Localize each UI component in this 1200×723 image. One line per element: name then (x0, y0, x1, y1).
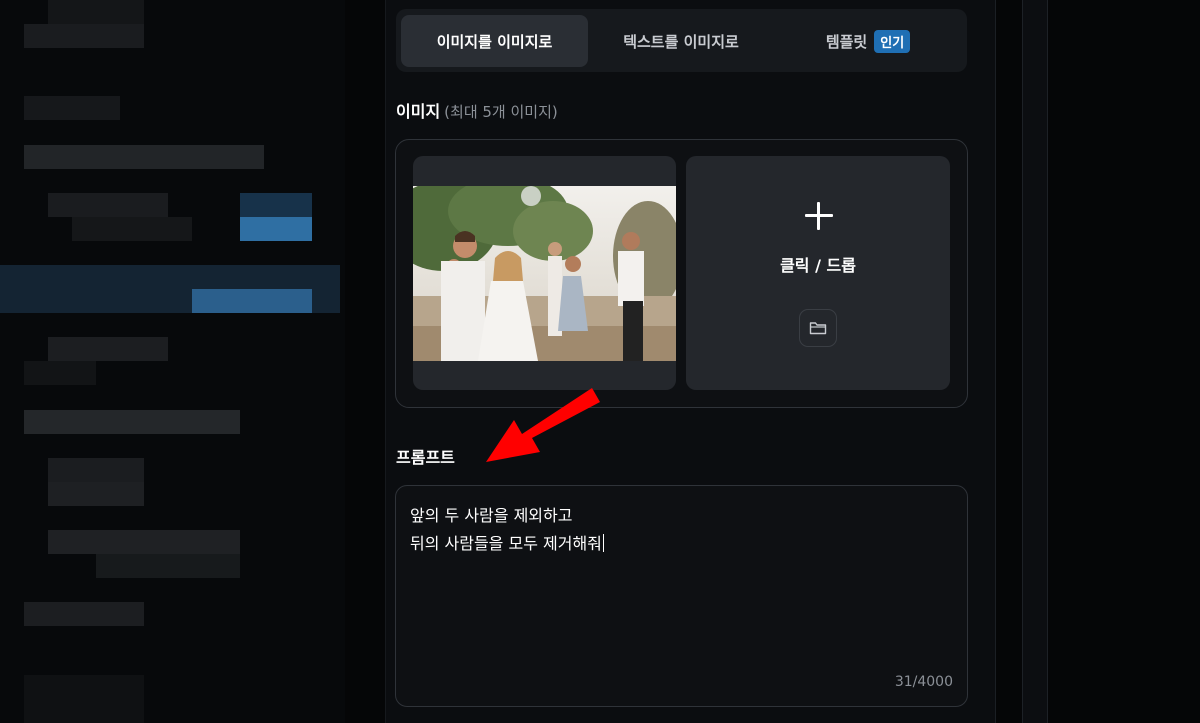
text-cursor (602, 534, 604, 552)
plus-icon (803, 200, 835, 232)
annotation-arrow-icon (486, 388, 600, 462)
image-limit-hint: (최대 5개 이미지) (444, 103, 558, 121)
tab-image-to-image[interactable]: 이미지를 이미지로 (401, 15, 588, 67)
tab-label: 템플릿 (825, 32, 868, 51)
tab-label: 이미지를 이미지로 (436, 32, 553, 51)
upload-instructions: 클릭 / 드롭 (780, 256, 856, 275)
folder-icon (809, 322, 827, 335)
image-section-label: 이미지 (최대 5개 이미지) (396, 98, 558, 122)
tab-text-to-image[interactable]: 텍스트를 이미지로 (588, 15, 774, 67)
tab-label: 텍스트를 이미지로 (623, 32, 739, 51)
right-area (1048, 0, 1200, 723)
prompt-text-line: 앞의 두 사람을 제외하고 (410, 506, 573, 525)
image-upload-dropzone[interactable]: 클릭 / 드롭 (686, 156, 950, 390)
character-counter: 31/4000 (894, 674, 953, 690)
right-panel (1022, 0, 1048, 723)
tab-templates[interactable]: 템플릿 인기 (774, 15, 962, 67)
prompt-text-line: 뒤의 사람들을 모두 제거해줘 (410, 530, 604, 554)
prompt-text: 뒤의 사람들을 모두 제거해줘 (410, 534, 602, 553)
uploaded-image-thumbnail (413, 186, 676, 361)
browse-files-button[interactable] (799, 309, 837, 347)
sidebar (0, 0, 345, 723)
popular-badge: 인기 (874, 29, 911, 53)
image-label: 이미지 (396, 102, 441, 121)
prompt-textarea[interactable]: 앞의 두 사람을 제외하고 뒤의 사람들을 모두 제거해줘 31/4000 (395, 485, 968, 707)
gutter (996, 0, 1022, 723)
mode-tabs: 이미지를 이미지로 텍스트를 이미지로 템플릿 인기 (396, 9, 967, 72)
prompt-label: 프롬프트 (396, 448, 455, 467)
